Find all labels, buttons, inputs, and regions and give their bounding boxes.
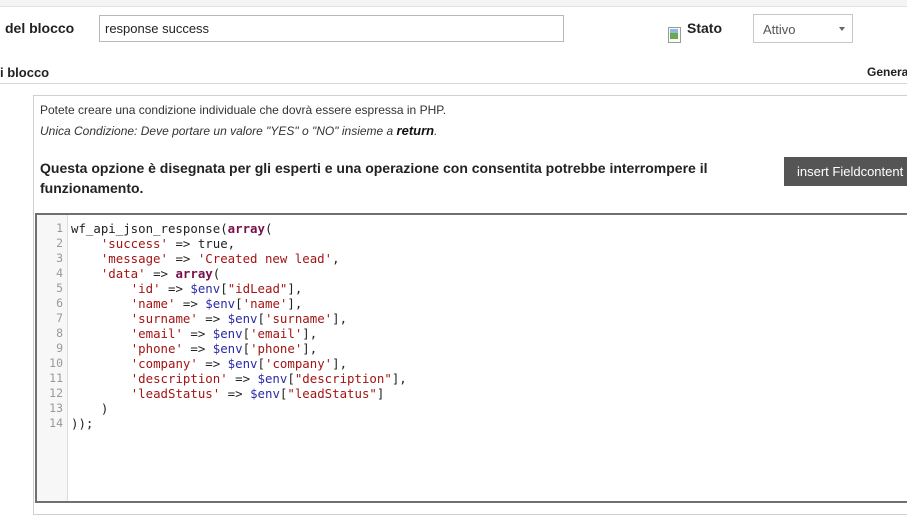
- code-editor[interactable]: 1 wf_api_json_response(array(2 'success' …: [35, 213, 907, 503]
- stato-label: Stato: [687, 20, 722, 36]
- line-number: 2: [56, 236, 63, 250]
- divider: [0, 83, 907, 84]
- code-text: 'data' => array(: [100, 266, 221, 281]
- line-number: 3: [56, 251, 63, 265]
- code-line: 11 'description' => $env["description"],: [37, 371, 907, 386]
- chevron-down-icon: [839, 27, 845, 31]
- return-keyword: return: [396, 123, 435, 138]
- code-text: 'phone' => $env['phone'],: [130, 341, 318, 356]
- info-text: Potete creare una condizione individuale…: [40, 103, 447, 117]
- tab-general[interactable]: General: [867, 65, 907, 79]
- line-number: 12: [49, 386, 63, 400]
- section-label: i blocco: [0, 65, 50, 80]
- line-number: 10: [49, 356, 63, 370]
- code-text: 'success' => true,: [100, 236, 236, 251]
- code-line: 9 'phone' => $env['phone'],: [37, 341, 907, 356]
- code-line: 7 'surname' => $env['surname'],: [37, 311, 907, 326]
- top-bar: [0, 0, 907, 7]
- stato-select-value: Attivo: [763, 22, 796, 37]
- code-text: 'name' => $env['name'],: [130, 296, 303, 311]
- expert-warning: Questa opzione è disegnata per gli esper…: [40, 160, 708, 196]
- code-text: 'message' => 'Created new lead',: [100, 251, 340, 266]
- code-text: ));: [71, 416, 94, 431]
- broken-image-icon: [667, 27, 683, 43]
- line-number: 4: [56, 266, 63, 280]
- code-line: 10 'company' => $env['company'],: [37, 356, 907, 371]
- line-number: 13: [49, 401, 63, 415]
- code-line: 6 'name' => $env['name'],: [37, 296, 907, 311]
- code-text: 'description' => $env["description"],: [130, 371, 407, 386]
- code-lines: 1 wf_api_json_response(array(2 'success' …: [37, 221, 907, 431]
- line-number: 6: [56, 296, 63, 310]
- stato-field: Stato: [667, 20, 722, 43]
- stato-select[interactable]: Attivo: [753, 14, 853, 43]
- line-number: 9: [56, 341, 63, 355]
- code-text: 'id' => $env["idLead"],: [130, 281, 303, 296]
- code-line: 8 'email' => $env['email'],: [37, 326, 907, 341]
- code-line: 1 wf_api_json_response(array(: [37, 221, 907, 236]
- line-number: 8: [56, 326, 63, 340]
- code-line: 13 ): [37, 401, 907, 416]
- code-text: 'email' => $env['email'],: [130, 326, 318, 341]
- line-number: 11: [49, 371, 63, 385]
- line-number: 1: [56, 221, 63, 235]
- code-line: 2 'success' => true,: [37, 236, 907, 251]
- code-text: 'leadStatus' => $env["leadStatus"]: [130, 386, 385, 401]
- code-text: 'company' => $env['company'],: [130, 356, 348, 371]
- line-number: 5: [56, 281, 63, 295]
- code-line: 12 'leadStatus' => $env["leadStatus"]: [37, 386, 907, 401]
- code-text: wf_api_json_response(array(: [71, 221, 273, 236]
- code-line: 14));: [37, 416, 907, 431]
- code-line: 5 'id' => $env["idLead"],: [37, 281, 907, 296]
- code-text: ): [71, 401, 109, 416]
- insert-fieldcontent-button[interactable]: insert Fieldcontent: [784, 157, 907, 186]
- line-number: 14: [49, 416, 63, 430]
- block-name-label: del blocco: [5, 20, 75, 36]
- block-name-input[interactable]: [99, 15, 564, 42]
- code-text: 'surname' => $env['surname'],: [130, 311, 348, 326]
- code-line: 4 'data' => array(: [37, 266, 907, 281]
- line-number: 7: [56, 311, 63, 325]
- code-line: 3 'message' => 'Created new lead',: [37, 251, 907, 266]
- info-condition-text: Unica Condizione: Deve portare un valore…: [40, 123, 438, 138]
